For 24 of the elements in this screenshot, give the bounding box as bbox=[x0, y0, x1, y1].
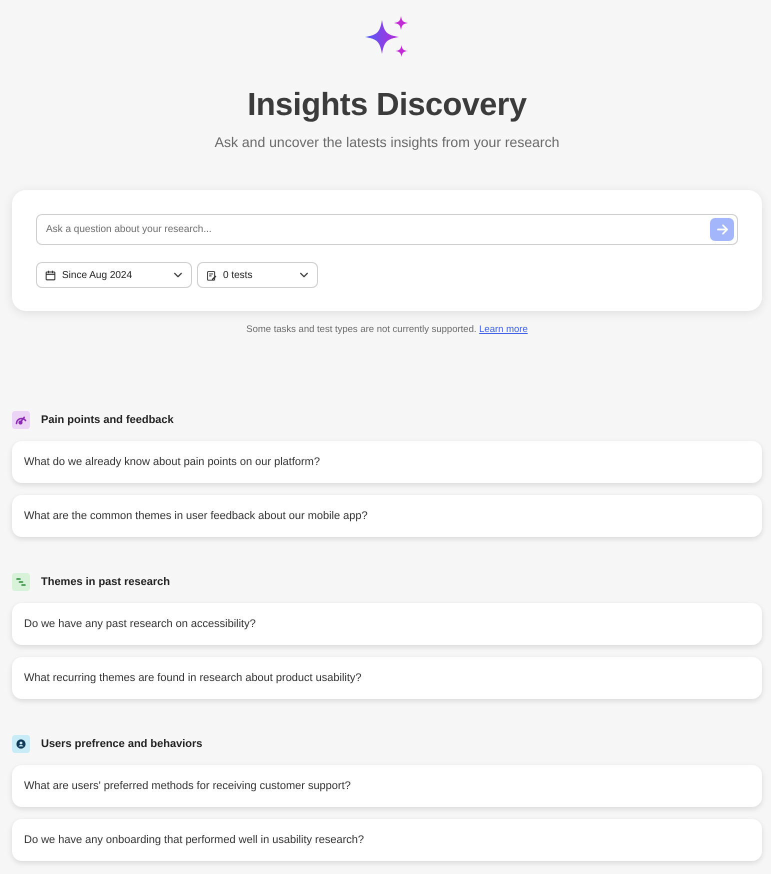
suggested-question[interactable]: What are the common themes in user feedback about our mobile app? bbox=[12, 495, 762, 537]
section-heading: Users prefrence and behaviors bbox=[41, 738, 202, 750]
section-heading: Pain points and feedback bbox=[41, 414, 174, 426]
suggested-question[interactable]: What do we already know about pain points on our platform? bbox=[12, 441, 762, 483]
section-heading: Themes in past research bbox=[41, 576, 170, 588]
learn-more-link[interactable]: Learn more bbox=[479, 324, 528, 335]
notice-text: Some tasks and test types are not currently supported. Learn more bbox=[245, 323, 529, 337]
chevron-down-icon bbox=[299, 270, 309, 280]
question-input[interactable]: Ask a question about your research... bbox=[36, 214, 738, 245]
suggested-question[interactable]: What recurring themes are found in research about product usability? bbox=[12, 657, 762, 699]
clipboard-edit-icon bbox=[206, 270, 217, 280]
steps-icon bbox=[12, 573, 30, 591]
calendar-icon bbox=[45, 270, 56, 280]
arrow-right-icon bbox=[716, 223, 728, 236]
suggested-question[interactable]: Do we have any onboarding that performed well in usability research? bbox=[12, 819, 762, 861]
sparkle-icon bbox=[365, 16, 409, 58]
date-filter-dropdown[interactable]: Since Aug 2024 bbox=[36, 262, 192, 288]
suggested-question[interactable]: What are users' preferred methods for receiving customer support? bbox=[12, 765, 762, 807]
chevron-down-icon bbox=[173, 270, 183, 280]
gauge-icon bbox=[12, 411, 30, 429]
tests-filter-dropdown[interactable]: 0 tests bbox=[197, 262, 318, 288]
page-title: Insights Discovery bbox=[247, 85, 527, 124]
page-subtitle: Ask and uncover the latests insights from your research bbox=[214, 133, 560, 152]
suggested-question[interactable]: Do we have any past research on accessibility? bbox=[12, 603, 762, 645]
